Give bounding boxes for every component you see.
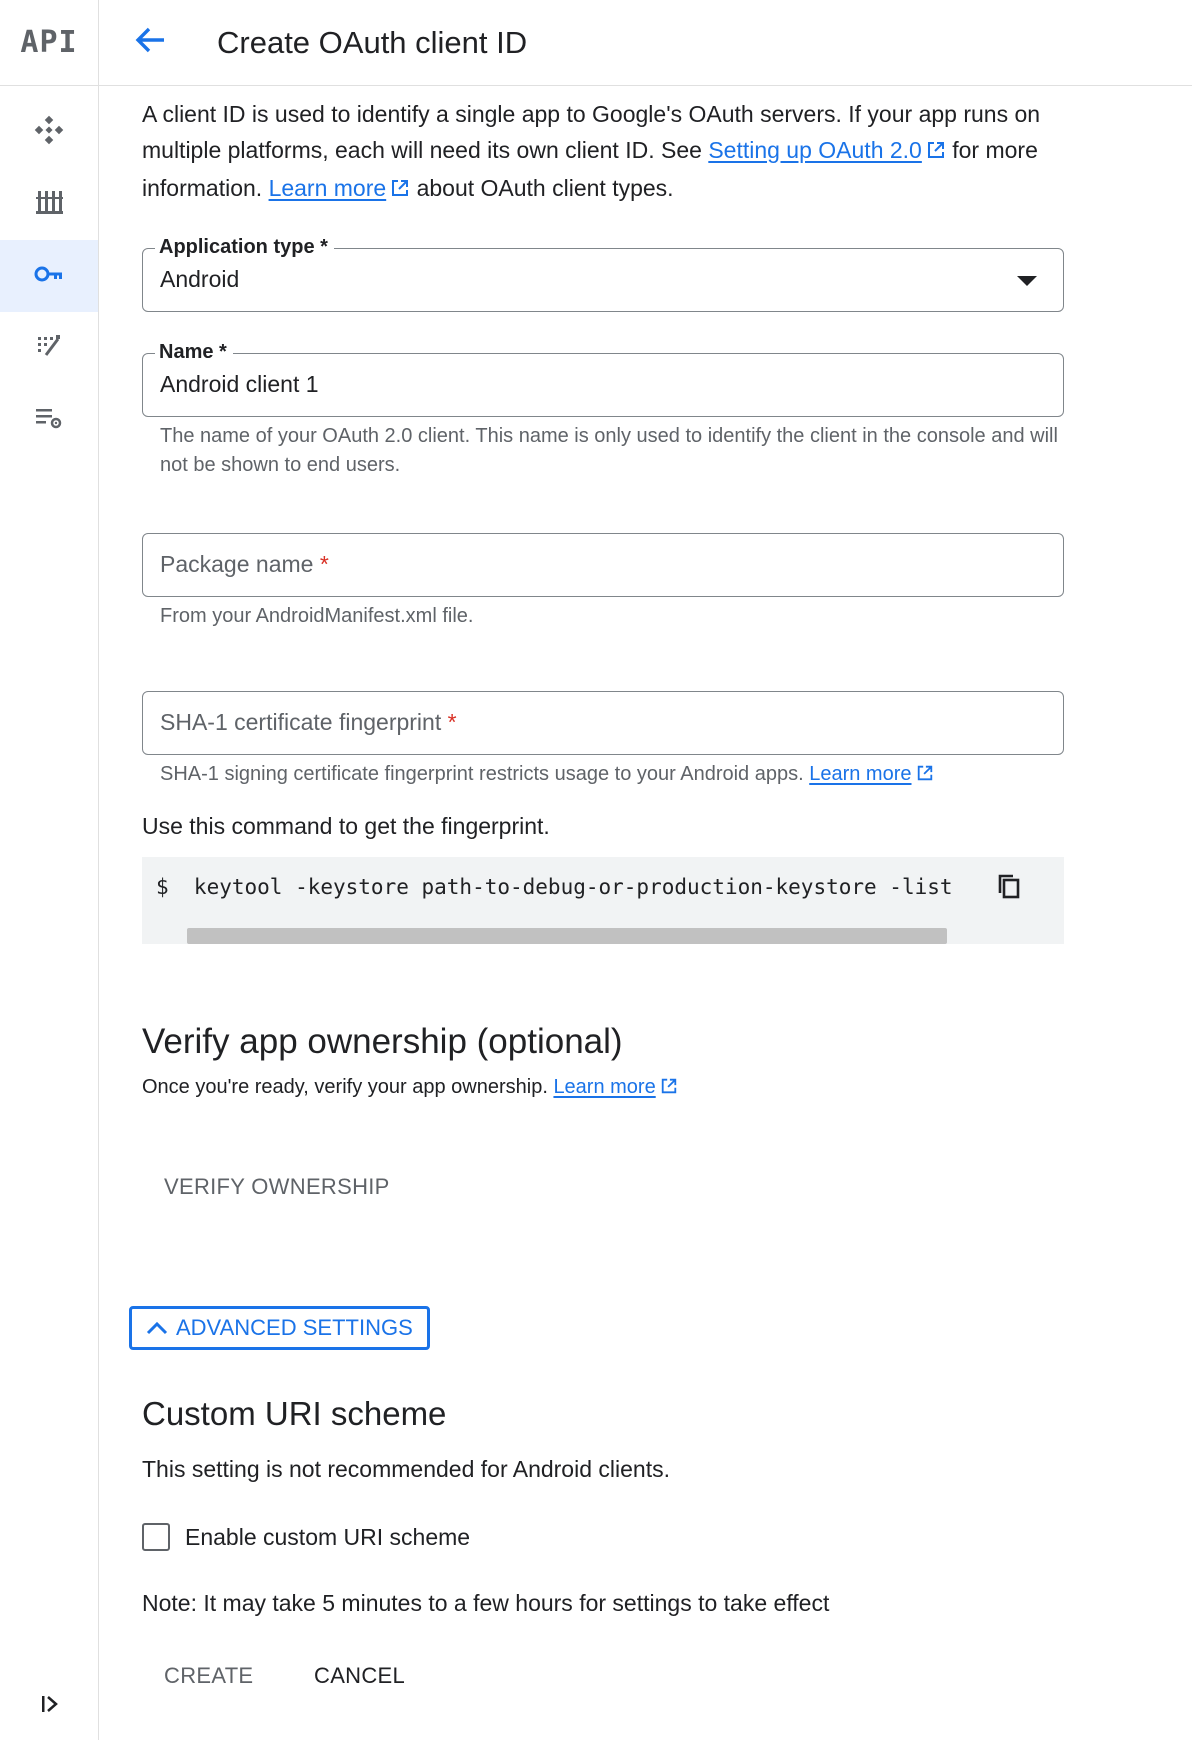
verify-learn-more-link[interactable]: Learn more: [553, 1076, 655, 1098]
copy-icon[interactable]: [994, 871, 1026, 903]
create-button[interactable]: CREATE: [164, 1663, 253, 1689]
expand-rail-button[interactable]: [0, 1686, 99, 1726]
sha1-learn-more-link[interactable]: Learn more: [809, 763, 911, 785]
library-icon: [34, 187, 64, 222]
api-logo-text: API: [20, 25, 78, 60]
rail-item-library[interactable]: [0, 168, 98, 240]
page-header: Create OAuth client ID: [99, 0, 1192, 86]
required-mark: *: [319, 551, 329, 577]
rail-item-credentials[interactable]: [0, 240, 98, 312]
verify-text-body: Once you're ready, verify your app owner…: [142, 1076, 554, 1098]
page-usage-icon: [34, 331, 64, 366]
dropdown-arrow-icon: [1017, 276, 1037, 286]
main-content: A client ID is used to identify a single…: [142, 86, 1064, 1199]
package-name-field[interactable]: Package name *: [142, 533, 1064, 597]
arrow-back-icon: [134, 23, 168, 62]
enable-custom-uri-checkbox[interactable]: [142, 1523, 170, 1551]
horizontal-scrollbar[interactable]: [187, 928, 947, 944]
api-logo[interactable]: API: [0, 0, 98, 86]
expand-rail-icon: [39, 1693, 61, 1720]
custom-uri-title: Custom URI scheme: [142, 1395, 447, 1432]
custom-uri-text: This setting is not recommended for Andr…: [142, 1456, 670, 1482]
sha1-placeholder: SHA-1 certificate fingerprint *: [160, 709, 457, 736]
open-in-new-icon: [916, 762, 934, 791]
command-text: $ keytool -keystore path-to-debug-or-pro…: [156, 875, 953, 899]
page-title: Create OAuth client ID: [217, 24, 528, 60]
package-name-placeholder: Package name *: [160, 551, 329, 578]
name-field[interactable]: Name * Android client 1: [142, 341, 1064, 417]
sha1-hint-text: SHA-1 signing certificate fingerprint re…: [160, 763, 810, 785]
package-name-hint: From your AndroidManifest.xml file.: [160, 605, 474, 627]
advanced-settings-toggle[interactable]: ADVANCED SETTINGS: [129, 1306, 430, 1350]
left-rail: API: [0, 0, 99, 1740]
rail-item-settings[interactable]: [0, 384, 98, 456]
note-text: Note: It may take 5 minutes to a few hou…: [142, 1590, 830, 1616]
rail-item-dashboard[interactable]: [0, 96, 98, 168]
verify-section-title: Verify app ownership (optional): [142, 1022, 623, 1061]
application-type-label: Application type *: [155, 236, 334, 259]
settings-list-icon: [34, 403, 64, 438]
open-in-new-icon: [926, 134, 946, 170]
name-hint: The name of your OAuth 2.0 client. This …: [160, 425, 1058, 476]
sha1-placeholder-text: SHA-1 certificate fingerprint: [160, 709, 442, 735]
command-intro: Use this command to get the fingerprint.: [142, 813, 550, 839]
learn-more-client-types-link[interactable]: Learn more: [269, 175, 387, 201]
sha1-fingerprint-field[interactable]: SHA-1 certificate fingerprint *: [142, 691, 1064, 755]
application-type-value: Android: [160, 266, 240, 292]
key-icon: [34, 259, 64, 294]
back-button[interactable]: [127, 19, 175, 67]
command-box: $ keytool -keystore path-to-debug-or-pro…: [142, 857, 1064, 944]
advanced-settings-label: ADVANCED SETTINGS: [176, 1315, 413, 1340]
verify-ownership-button[interactable]: VERIFY OWNERSHIP: [164, 1174, 390, 1200]
rail-item-page-usage[interactable]: [0, 312, 98, 384]
cancel-button[interactable]: CANCEL: [314, 1663, 405, 1689]
sha1-hint: SHA-1 signing certificate fingerprint re…: [142, 760, 1064, 791]
enable-custom-uri-label[interactable]: Enable custom URI scheme: [185, 1524, 470, 1551]
intro-text-3: about OAuth client types.: [410, 175, 674, 201]
package-name-placeholder-text: Package name: [160, 551, 314, 577]
chevron-up-icon: [146, 1320, 168, 1336]
required-mark: *: [447, 709, 457, 735]
intro-paragraph: A client ID is used to identify a single…: [142, 96, 1064, 208]
dashboard-icon: [34, 115, 64, 150]
name-value: Android client 1: [160, 371, 319, 397]
custom-uri-checkbox-row[interactable]: Enable custom URI scheme: [142, 1523, 470, 1551]
verify-text: Once you're ready, verify your app owner…: [142, 1076, 1064, 1101]
open-in-new-icon: [660, 1077, 678, 1101]
open-in-new-icon: [390, 172, 410, 208]
setting-up-oauth-link[interactable]: Setting up OAuth 2.0: [708, 137, 922, 163]
name-label: Name *: [155, 341, 233, 364]
application-type-select[interactable]: Application type * Android: [142, 236, 1064, 312]
